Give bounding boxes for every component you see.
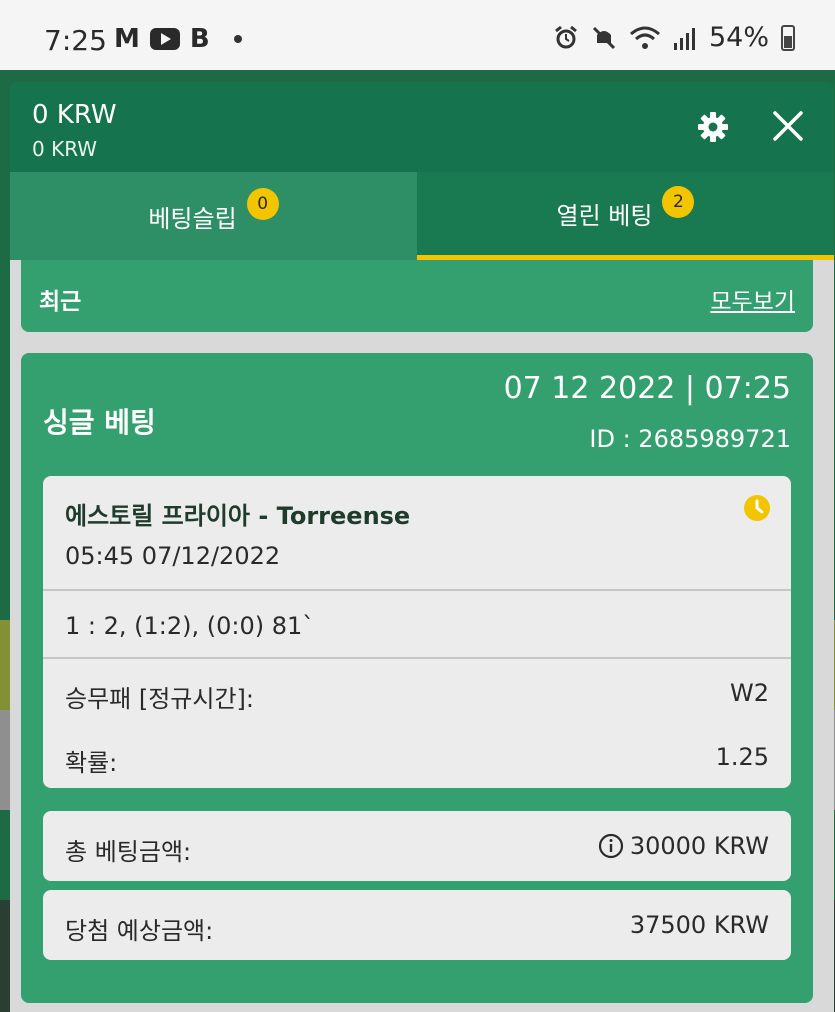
youtube-icon: [149, 28, 180, 50]
expected-payout-label: 당첨 예상금액:: [65, 917, 214, 945]
open-bets-content: 최근 모두보기 싱글 베팅 07 12 2022 | 07:25 ID : 26…: [10, 260, 834, 1012]
total-stake-value-group: 30000 KRW: [598, 832, 769, 860]
tab-betslip[interactable]: 베팅슬립 0: [10, 172, 417, 260]
odds-label: 확률:: [65, 749, 118, 777]
notification-icons: M B: [114, 24, 242, 54]
divider: [43, 589, 791, 591]
event-time: 05:45 07/12/2022: [65, 542, 281, 570]
see-all-link[interactable]: 모두보기: [710, 282, 795, 316]
tab-betslip-count-badge: 0: [246, 188, 279, 220]
bet-card[interactable]: 싱글 베팅 07 12 2022 | 07:25 ID : 2685989721…: [21, 353, 813, 1003]
divider: [43, 657, 791, 659]
expected-payout-row: 당첨 예상금액: 37500 KRW: [43, 890, 791, 960]
b-app-icon: B: [189, 24, 210, 54]
system-icons: 54%: [553, 22, 795, 53]
tab-open-bets-label: 열린 베팅: [556, 202, 653, 230]
bet-type: 싱글 베팅: [43, 406, 156, 439]
event-details: 에스토릴 프라이아 - Torreense 05:45 07/12/2022 1…: [43, 476, 791, 788]
status-bar: 7:25 M B 54%: [0, 0, 835, 70]
balance-main: 0 KRW: [32, 100, 117, 130]
market-value: W2: [730, 679, 769, 707]
mute-icon: [592, 26, 616, 49]
balance-sub: 0 KRW: [32, 137, 98, 161]
bet-id: ID : 2685989721: [589, 425, 791, 453]
tab-open-bets[interactable]: 열린 베팅 2: [417, 172, 834, 260]
alarm-icon: [555, 25, 577, 48]
battery-icon: [781, 24, 795, 51]
total-stake-row: 총 베팅금액: 30000 KRW: [43, 811, 791, 881]
total-stake-value: 30000 KRW: [629, 832, 769, 860]
betslip-panel: 0 KRW 0 KRW 베팅슬립 0 열린 베팅 2 최근 모두보기 싱글 베팅…: [10, 82, 834, 1012]
close-icon[interactable]: [770, 108, 806, 144]
tab-betslip-label: 베팅슬립: [148, 204, 237, 233]
panel-header: 0 KRW 0 KRW: [10, 82, 834, 172]
settings-gear-icon[interactable]: [696, 110, 730, 144]
live-score: 1 : 2, (1:2), (0:0) 81`: [65, 612, 315, 640]
tab-open-bets-count-badge: 2: [662, 185, 695, 218]
total-stake-label: 총 베팅금액:: [65, 838, 192, 866]
clock-icon: [744, 495, 770, 521]
info-icon[interactable]: [598, 833, 624, 859]
odds-value: 1.25: [715, 743, 769, 771]
more-notifications-dot: [233, 35, 242, 43]
bet-tabs: 베팅슬립 0 열린 베팅 2: [10, 172, 834, 260]
expected-payout-value: 37500 KRW: [629, 911, 769, 939]
market-label: 승무패 [정규시간]:: [65, 685, 255, 713]
wifi-icon: [630, 26, 660, 49]
event-title: 에스토릴 프라이아 - Torreense: [65, 502, 411, 530]
bet-date: 07 12 2022 | 07:25: [503, 371, 791, 406]
recent-section: 최근 모두보기: [21, 260, 813, 332]
recent-title: 최근: [39, 289, 82, 315]
status-time: 7:25: [44, 24, 107, 57]
gmail-icon: M: [114, 24, 140, 54]
battery-percent: 54%: [708, 22, 769, 53]
signal-icon: [673, 27, 695, 50]
